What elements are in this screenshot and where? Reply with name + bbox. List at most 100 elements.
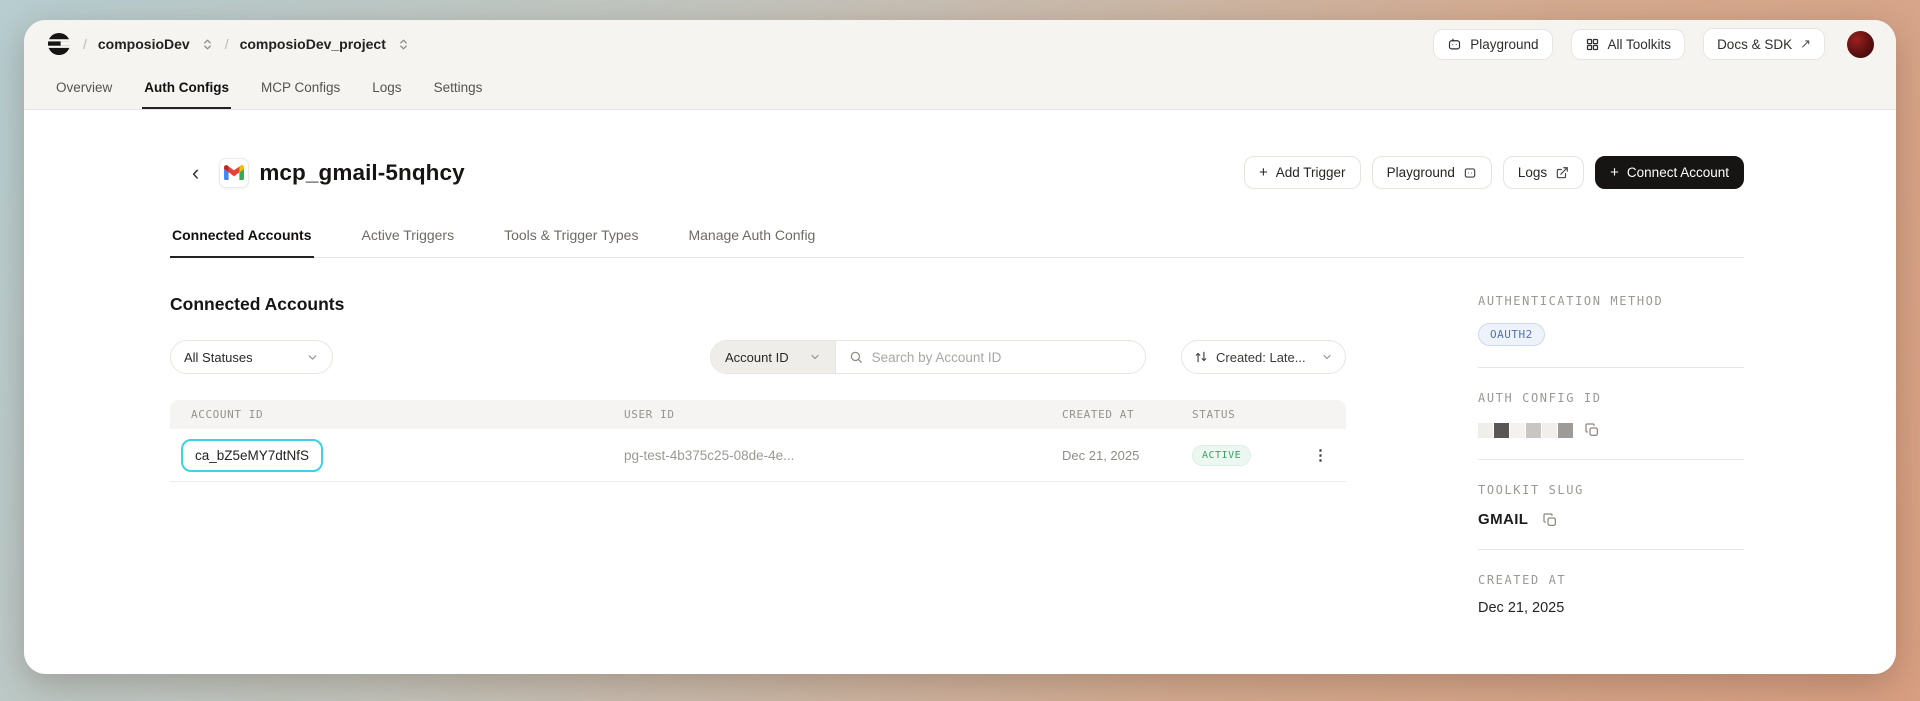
- tab-mcp-configs[interactable]: MCP Configs: [259, 72, 342, 109]
- composio-logo-icon[interactable]: [46, 31, 72, 57]
- window-header: / composioDev / composioDev_project Play…: [24, 20, 1896, 110]
- redacted-block: [1542, 422, 1557, 438]
- status-filter-dropdown[interactable]: All Statuses: [170, 340, 333, 374]
- search-icon: [849, 350, 863, 364]
- external-link-icon: [1555, 166, 1569, 180]
- auth-method-label: AUTHENTICATION METHOD: [1478, 294, 1664, 308]
- details-sidebar: AUTHENTICATION METHOD OAUTH2 AUTH CONFIG…: [1478, 258, 1744, 616]
- column-created-at: CREATED AT: [1062, 408, 1135, 421]
- auth-config-id-label: AUTH CONFIG ID: [1478, 391, 1602, 405]
- docs-sdk-button[interactable]: Docs & SDK ↗: [1703, 28, 1825, 60]
- content-row: Connected Accounts All Statuses Account …: [170, 258, 1744, 616]
- tab-overview[interactable]: Overview: [54, 72, 114, 109]
- redacted-block: [1526, 422, 1541, 438]
- chevron-down-icon: [1321, 351, 1333, 363]
- docs-sdk-label: Docs & SDK: [1717, 36, 1793, 52]
- table-header: ACCOUNT ID USER ID CREATED AT STATUS: [170, 400, 1346, 429]
- page-title: mcp_gmail-5nqhcy: [259, 159, 465, 185]
- subtab-tools-trigger-types[interactable]: Tools & Trigger Types: [502, 227, 640, 257]
- search-input[interactable]: [871, 349, 1132, 365]
- redacted-block: [1558, 422, 1573, 438]
- tab-settings[interactable]: Settings: [432, 72, 485, 109]
- all-toolkits-label: All Toolkits: [1607, 36, 1672, 52]
- table-row[interactable]: ca_bZ5eMY7dtNfS pg-test-4b375c25-08de-4e…: [170, 429, 1346, 482]
- account-id-cell: ca_bZ5eMY7dtNfS: [170, 438, 624, 472]
- plus-icon: +: [1610, 164, 1619, 181]
- row-menu-cell: ⋮: [1312, 446, 1346, 464]
- copy-icon[interactable]: [1542, 512, 1558, 528]
- redacted-block: [1478, 422, 1493, 438]
- created-at-value: Dec 21, 2025: [1478, 600, 1565, 616]
- app-window: / composioDev / composioDev_project Play…: [24, 20, 1896, 674]
- redacted-block: [1510, 422, 1525, 438]
- kebab-menu-icon[interactable]: ⋮: [1313, 446, 1328, 464]
- subtab-active-triggers[interactable]: Active Triggers: [360, 227, 457, 257]
- connect-account-label: Connect Account: [1626, 165, 1729, 180]
- org-name[interactable]: composioDev: [98, 36, 190, 52]
- project-name[interactable]: composioDev_project: [240, 36, 386, 52]
- sort-value: Created: Late...: [1216, 349, 1306, 365]
- toolkit-slug-row: GMAIL: [1478, 511, 1744, 528]
- breadcrumb-separator: /: [83, 36, 87, 52]
- connected-accounts-table: ACCOUNT ID USER ID CREATED AT STATUS ca_…: [170, 400, 1346, 482]
- subtab-manage-auth-config[interactable]: Manage Auth Config: [686, 227, 817, 257]
- divider: [1478, 459, 1744, 460]
- external-arrow-icon: ↗: [1800, 36, 1811, 51]
- tab-logs[interactable]: Logs: [370, 72, 403, 109]
- divider: [1478, 549, 1744, 550]
- copy-icon[interactable]: [1584, 422, 1600, 438]
- breadcrumb-separator: /: [224, 36, 229, 52]
- grid-icon: [1585, 37, 1600, 52]
- playground-open-icon: [1463, 166, 1477, 180]
- user-id-value: pg-test-4b375c25-08de-4e...: [624, 447, 795, 463]
- created-at-value: Dec 21, 2025: [1062, 447, 1140, 463]
- org-switcher-icon[interactable]: [201, 38, 214, 51]
- status-badge: ACTIVE: [1192, 444, 1252, 466]
- project-nav-tabs: Overview Auth Configs MCP Configs Logs S…: [46, 68, 1874, 109]
- search-box: [836, 341, 1145, 373]
- playground-top-label: Playground: [1470, 36, 1539, 52]
- search-control: Account ID: [710, 340, 1146, 374]
- logs-button[interactable]: Logs: [1502, 156, 1585, 189]
- tab-auth-configs[interactable]: Auth Configs: [142, 72, 231, 109]
- toolkit-slug-label: TOOLKIT SLUG: [1478, 483, 1584, 497]
- filter-row: All Statuses Account ID Search by Accoun…: [170, 340, 1346, 374]
- gmail-icon: [219, 157, 250, 188]
- status-filter-value: All Statuses: [184, 349, 253, 365]
- chevron-down-icon: [306, 351, 319, 364]
- connect-account-button[interactable]: + Connect Account: [1595, 156, 1744, 189]
- sort-arrows-icon: [1194, 350, 1208, 364]
- user-avatar[interactable]: [1847, 30, 1874, 58]
- add-trigger-button[interactable]: + Add Trigger: [1244, 156, 1361, 189]
- all-toolkits-button[interactable]: All Toolkits: [1570, 28, 1686, 60]
- logs-label: Logs: [1517, 165, 1548, 180]
- column-user-id: USER ID: [624, 408, 675, 421]
- playground-button[interactable]: Playground: [1371, 156, 1492, 189]
- breadcrumb: / composioDev / composioDev_project Play…: [46, 20, 1874, 68]
- chevron-down-icon: [809, 351, 821, 363]
- plus-icon: +: [1259, 164, 1268, 181]
- connected-accounts-section: Connected Accounts All Statuses Account …: [170, 258, 1346, 482]
- chat-bot-icon: [1447, 37, 1462, 52]
- account-id-value[interactable]: ca_bZ5eMY7dtNfS: [181, 438, 324, 472]
- add-trigger-label: Add Trigger: [1275, 165, 1346, 180]
- column-account-id: ACCOUNT ID: [191, 408, 264, 421]
- main-content: ‹ mcp_gmail-5nqhcy + Add Trigger Playgro…: [24, 110, 1896, 674]
- project-switcher-icon[interactable]: [397, 38, 410, 51]
- playground-top-button[interactable]: Playground: [1433, 28, 1553, 60]
- auth-config-sub-tabs: Connected Accounts Active Triggers Tools…: [170, 227, 1744, 258]
- auth-method-badge: OAUTH2: [1478, 323, 1545, 346]
- page-actions: + Add Trigger Playground Logs + Connect …: [1233, 156, 1744, 189]
- toolkit-slug-value: GMAIL: [1478, 511, 1529, 528]
- divider: [1478, 367, 1744, 368]
- back-button[interactable]: ‹: [186, 161, 205, 184]
- page-header: ‹ mcp_gmail-5nqhcy + Add Trigger Playgro…: [170, 156, 1744, 189]
- created-at-label: CREATED AT: [1478, 573, 1567, 587]
- status-cell: ACTIVE: [1192, 444, 1312, 466]
- auth-config-id-redacted: [1478, 422, 1744, 438]
- search-field-dropdown[interactable]: Account ID: [711, 341, 836, 373]
- redacted-block: [1494, 422, 1509, 438]
- playground-label: Playground: [1386, 165, 1455, 180]
- sort-dropdown[interactable]: Created: Late...: [1181, 340, 1346, 374]
- subtab-connected-accounts[interactable]: Connected Accounts: [170, 227, 314, 258]
